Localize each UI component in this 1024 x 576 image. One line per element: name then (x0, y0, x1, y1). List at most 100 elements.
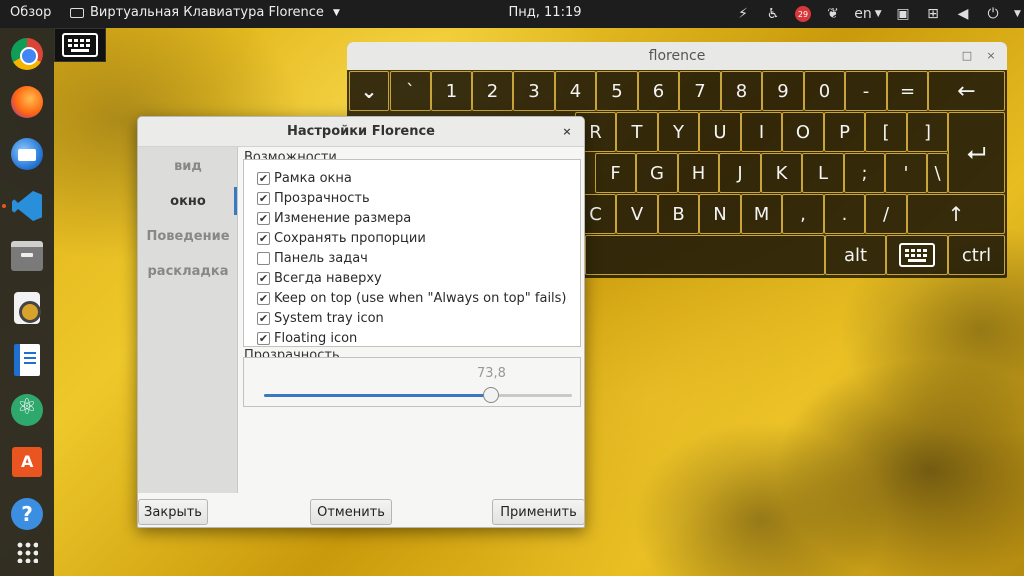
dialog-titlebar[interactable]: Настройки Florence × (138, 117, 584, 147)
dock-rhythmbox[interactable] (7, 288, 47, 328)
key[interactable]: J (719, 153, 761, 193)
screen-icon[interactable]: ▣ (888, 0, 918, 28)
florence-floating-icon[interactable] (54, 28, 106, 62)
close-icon[interactable]: × (983, 48, 999, 64)
dock-atom[interactable] (7, 390, 47, 430)
indicator-icon[interactable]: ⚡ (728, 0, 758, 28)
language-selector[interactable]: en ▼ (848, 0, 888, 28)
cancel-button[interactable]: Отменить (310, 499, 392, 525)
dock-help[interactable]: ? (7, 494, 47, 534)
key[interactable]: / (865, 194, 907, 234)
key[interactable]: 1 (431, 71, 472, 111)
volume-icon[interactable]: ◀ (948, 0, 978, 28)
apply-button[interactable]: Применить (492, 499, 584, 525)
key[interactable]: 6 (638, 71, 679, 111)
key[interactable]: \ (927, 153, 948, 193)
key[interactable]: ` (390, 71, 431, 111)
key[interactable]: 8 (721, 71, 762, 111)
key[interactable]: G (636, 153, 678, 193)
key[interactable]: H (678, 153, 719, 193)
checkbox[interactable]: ✔ (257, 191, 270, 205)
option-resize[interactable]: ✔ Изменение размера (257, 208, 411, 228)
sidebar-item-window[interactable]: окно (138, 194, 238, 209)
key[interactable]: O (782, 112, 824, 152)
dock-chrome[interactable] (7, 34, 47, 74)
key-collapse[interactable]: ⌄ (349, 71, 389, 111)
key[interactable]: Y (658, 112, 699, 152)
slider-handle[interactable] (483, 387, 499, 403)
checkbox[interactable]: ✔ (257, 231, 270, 245)
clock[interactable]: Пнд, 11:19 (500, 5, 590, 20)
key[interactable]: T (616, 112, 658, 152)
activities-button[interactable]: Обзор (10, 5, 51, 20)
dock-firefox[interactable] (7, 82, 47, 122)
accessibility-icon[interactable]: ♿ (758, 0, 788, 28)
checkbox[interactable]: ✔ (257, 211, 270, 225)
option-keep-on-top[interactable]: ✔ Keep on top (use when "Always on top" f… (257, 288, 567, 308)
key[interactable]: M (741, 194, 782, 234)
transparency-slider[interactable] (264, 387, 572, 403)
key[interactable]: 9 (762, 71, 804, 111)
power-icon[interactable]: ⏻ (978, 0, 1008, 28)
key[interactable]: 2 (472, 71, 513, 111)
key[interactable]: V (616, 194, 658, 234)
key[interactable]: F (595, 153, 636, 193)
key[interactable]: N (699, 194, 741, 234)
key[interactable]: 5 (596, 71, 638, 111)
key-keyboard-menu[interactable] (886, 235, 948, 275)
checkbox[interactable]: ✔ (257, 271, 270, 285)
dock-files[interactable] (7, 236, 47, 276)
key-backspace[interactable]: ← (928, 71, 1005, 111)
notification-indicator[interactable]: 29 (788, 0, 818, 28)
key[interactable]: . (824, 194, 865, 234)
chevron-down-icon[interactable]: ▼ (1008, 0, 1024, 28)
option-always-on-top[interactable]: ✔ Всегда наверху (257, 268, 382, 288)
sidebar-item-view[interactable]: вид (138, 159, 238, 174)
leaf-icon[interactable]: ❦ (818, 0, 848, 28)
option-keep-ratio[interactable]: ✔ Сохранять пропорции (257, 228, 426, 248)
key[interactable]: 3 (513, 71, 555, 111)
key[interactable]: I (741, 112, 782, 152)
maximize-icon[interactable]: □ (959, 48, 975, 64)
dock-software[interactable] (7, 442, 47, 482)
show-applications[interactable] (7, 532, 47, 572)
key[interactable]: = (887, 71, 928, 111)
key[interactable]: U (699, 112, 741, 152)
checkbox[interactable]: ✔ (257, 331, 270, 345)
option-system-tray[interactable]: ✔ System tray icon (257, 308, 384, 328)
network-icon[interactable]: ⊞ (918, 0, 948, 28)
key[interactable]: ' (885, 153, 927, 193)
option-transparency[interactable]: ✔ Прозрачность (257, 188, 370, 208)
key[interactable]: 4 (555, 71, 596, 111)
key[interactable]: - (845, 71, 887, 111)
checkbox[interactable]: ✔ (257, 311, 270, 325)
key[interactable]: K (761, 153, 802, 193)
dock-vscode[interactable] (7, 186, 47, 226)
checkbox[interactable]: ✔ (257, 291, 270, 305)
key-shift[interactable]: ↑ (907, 194, 1005, 234)
app-menu[interactable]: Виртуальная Клавиатура Florence ▼ (70, 5, 340, 20)
sidebar-item-layout[interactable]: раскладка (138, 264, 238, 279)
option-window-frame[interactable]: ✔ Рамка окна (257, 168, 352, 188)
key[interactable]: , (782, 194, 824, 234)
key[interactable]: 7 (679, 71, 721, 111)
key[interactable]: P (824, 112, 865, 152)
key[interactable]: L (802, 153, 844, 193)
close-icon[interactable]: × (558, 123, 576, 141)
key[interactable]: ; (844, 153, 885, 193)
key-ctrl[interactable]: ctrl (948, 235, 1005, 275)
checkbox[interactable] (257, 251, 270, 265)
key-space[interactable] (585, 235, 825, 275)
key-enter[interactable]: ⮠ (948, 112, 1005, 193)
key[interactable]: 0 (804, 71, 845, 111)
dock-thunderbird[interactable] (7, 134, 47, 174)
dock-writer[interactable] (7, 340, 47, 380)
option-floating-icon[interactable]: ✔ Floating icon (257, 328, 357, 348)
keyboard-titlebar[interactable]: florence □ × (347, 42, 1007, 70)
key[interactable]: [ (865, 112, 907, 152)
key[interactable]: ] (907, 112, 948, 152)
close-button[interactable]: Закрыть (138, 499, 208, 525)
key[interactable]: B (658, 194, 699, 234)
key-alt[interactable]: alt (825, 235, 886, 275)
option-taskbar[interactable]: Панель задач (257, 248, 368, 268)
